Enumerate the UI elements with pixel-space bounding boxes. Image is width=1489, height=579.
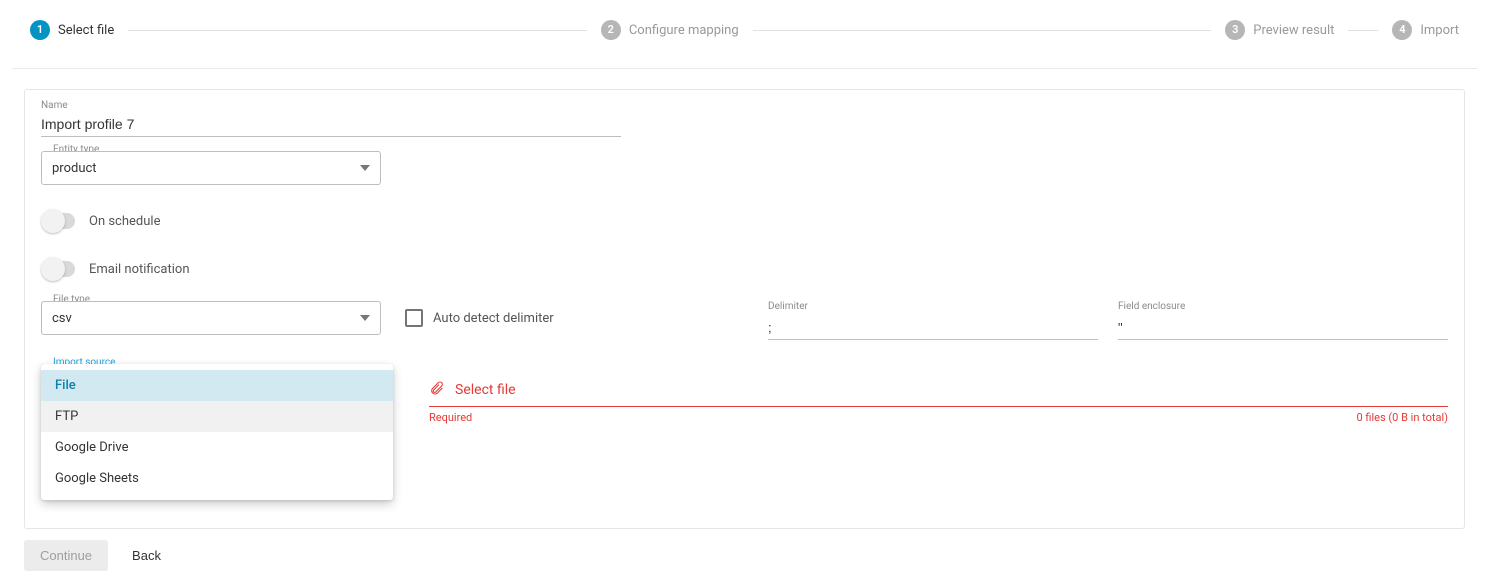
delimiter-label: Delimiter bbox=[768, 301, 1098, 312]
step-line bbox=[753, 30, 1212, 31]
import-source-select[interactable]: Import source File FTP Google Drive Goog… bbox=[41, 364, 381, 398]
file-select-button[interactable]: Select file bbox=[429, 380, 1448, 407]
step-line bbox=[128, 30, 587, 31]
file-required-text: Required bbox=[429, 411, 472, 424]
step-number-3: 3 bbox=[1225, 20, 1245, 40]
step-preview-result[interactable]: 3 Preview result bbox=[1225, 20, 1334, 40]
chevron-down-icon bbox=[360, 301, 370, 335]
back-button[interactable]: Back bbox=[126, 547, 167, 564]
entity-type-select[interactable]: Entity type product bbox=[41, 151, 381, 185]
step-line bbox=[1348, 30, 1378, 31]
auto-detect-label: Auto detect delimiter bbox=[433, 311, 554, 326]
auto-detect-delimiter-row: Auto detect delimiter bbox=[405, 301, 554, 335]
file-count-summary: 0 files (0 B in total) bbox=[1356, 411, 1448, 424]
step-number-1: 1 bbox=[30, 20, 50, 40]
file-type-select[interactable]: File type csv bbox=[41, 301, 381, 335]
email-notification-toggle[interactable] bbox=[41, 261, 75, 277]
on-schedule-toggle[interactable] bbox=[41, 213, 75, 229]
dropdown-option-file[interactable]: File bbox=[41, 370, 393, 401]
footer-actions: Continue Back bbox=[24, 540, 167, 571]
stepper: 1 Select file 2 Configure mapping 3 Prev… bbox=[12, 20, 1477, 69]
continue-button[interactable]: Continue bbox=[24, 540, 108, 571]
step-label-2: Configure mapping bbox=[629, 23, 739, 38]
dropdown-option-ftp[interactable]: FTP bbox=[41, 401, 393, 432]
step-import[interactable]: 4 Import bbox=[1392, 20, 1459, 40]
step-configure-mapping[interactable]: 2 Configure mapping bbox=[601, 20, 739, 40]
step-number-4: 4 bbox=[1392, 20, 1412, 40]
name-input[interactable] bbox=[41, 106, 621, 137]
name-label: Name bbox=[41, 100, 68, 111]
delimiter-field: Delimiter bbox=[768, 301, 1098, 340]
on-schedule-row: On schedule bbox=[41, 213, 1448, 229]
import-source-dropdown: File FTP Google Drive Google Sheets bbox=[41, 364, 393, 500]
on-schedule-label: On schedule bbox=[89, 214, 160, 229]
step-label-4: Import bbox=[1420, 23, 1459, 38]
email-notification-row: Email notification bbox=[41, 261, 1448, 277]
dropdown-option-google-sheets[interactable]: Google Sheets bbox=[41, 463, 393, 494]
file-type-row: File type csv Auto detect delimiter Deli… bbox=[41, 301, 1448, 340]
step-select-file[interactable]: 1 Select file bbox=[30, 20, 114, 40]
dropdown-option-google-drive[interactable]: Google Drive bbox=[41, 432, 393, 463]
enclosure-label: Field enclosure bbox=[1118, 301, 1448, 312]
enclosure-field: Field enclosure bbox=[1118, 301, 1448, 340]
entity-type-value: product bbox=[52, 161, 97, 176]
auto-detect-checkbox[interactable] bbox=[405, 309, 423, 327]
email-notification-label: Email notification bbox=[89, 262, 190, 277]
step-number-2: 2 bbox=[601, 20, 621, 40]
file-type-value: csv bbox=[52, 311, 72, 326]
enclosure-input[interactable] bbox=[1118, 312, 1448, 340]
chevron-down-icon bbox=[360, 151, 370, 185]
step-label-1: Select file bbox=[58, 23, 114, 38]
file-select-label: Select file bbox=[455, 382, 516, 398]
step-label-3: Preview result bbox=[1253, 23, 1334, 38]
delimiter-input[interactable] bbox=[768, 312, 1098, 340]
file-select-area: Select file Required 0 files (0 B in tot… bbox=[429, 380, 1448, 424]
name-field: Name bbox=[41, 106, 621, 137]
form-card: Name Entity type product On schedule Ema… bbox=[24, 89, 1465, 529]
attachment-icon bbox=[429, 380, 445, 400]
